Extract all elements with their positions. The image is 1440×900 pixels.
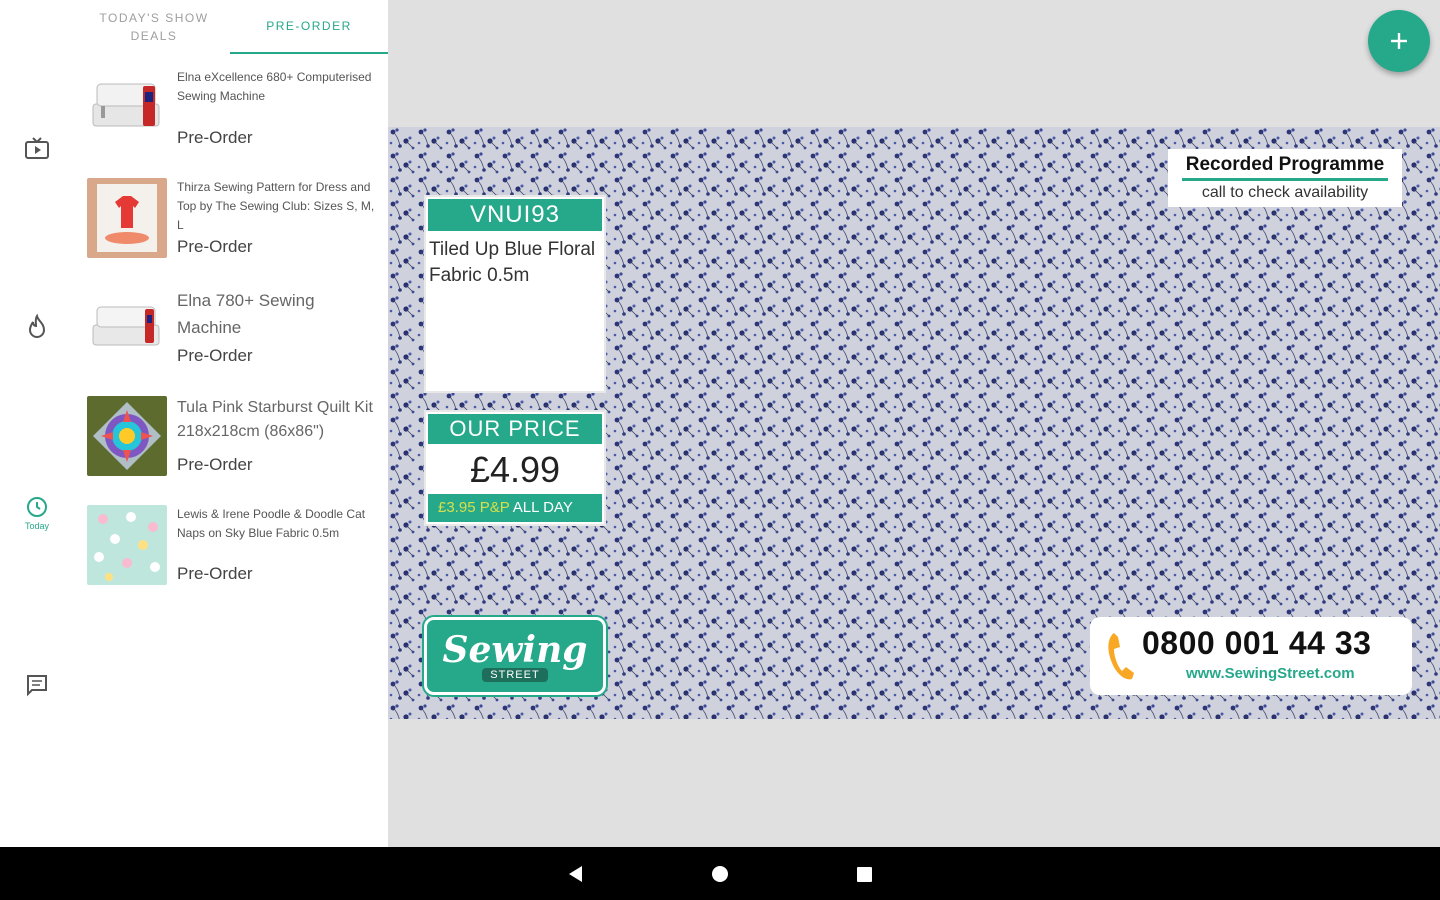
tab-label-line2: DEALS (130, 29, 178, 43)
phone-icon (1108, 633, 1134, 680)
rail-item-tv[interactable] (14, 126, 60, 172)
item-title: Elna eXcellence 680+ Computerised Sewing… (177, 70, 372, 103)
tab-label: PRE-ORDER (266, 19, 352, 33)
logo-main-text: Sewing (442, 629, 588, 671)
sewing-street-logo: Sewing STREET (424, 617, 606, 695)
product-thumbnail (87, 178, 167, 258)
recorded-underline (1182, 178, 1388, 181)
nav-recents-button[interactable] (850, 860, 878, 888)
home-icon (712, 866, 728, 882)
product-description: Tiled Up Blue Floral Fabric 0.5m (429, 239, 596, 286)
add-fab-button[interactable] (1368, 10, 1430, 72)
product-code-card: VNUI93 Tiled Up Blue Floral Fabric 0.5m (424, 195, 606, 393)
product-code: VNUI93 (428, 199, 602, 231)
live-video-player[interactable]: VNUI93 Tiled Up Blue Floral Fabric 0.5m … (388, 127, 1440, 719)
tab-pre-order[interactable]: PRE-ORDER (230, 0, 388, 54)
rail-label-today: Today (24, 521, 50, 531)
recents-icon (857, 867, 872, 882)
item-status: Pre-Order (177, 237, 253, 256)
item-status: Pre-Order (177, 564, 253, 583)
plus-icon (1391, 33, 1407, 49)
rail-item-chat[interactable] (14, 662, 60, 708)
navigation-rail: Today (0, 0, 78, 847)
item-status: Pre-Order (177, 455, 253, 474)
list-item[interactable]: Elna eXcellence 680+ Computerised Sewing… (78, 68, 388, 168)
nav-home-button[interactable] (706, 860, 734, 888)
recorded-title: Recorded Programme (1185, 154, 1385, 175)
price-card: OUR PRICE £4.99 £3.95 P&P ALL DAY (424, 410, 606, 526)
product-list-panel: TODAY'S SHOW DEALS PRE-ORDER Elna eXcelle… (78, 0, 388, 847)
item-title: Tula Pink Starburst Quilt Kit 218x218cm … (177, 399, 373, 440)
item-title: Elna 780+ Sewing Machine (177, 291, 315, 337)
list-item[interactable]: Lewis & Irene Poodle & Doodle Cat Naps o… (78, 505, 388, 605)
product-thumbnail (87, 505, 167, 585)
item-status: Pre-Order (177, 128, 253, 147)
list-item[interactable]: Elna 780+ Sewing Machine Pre-Order (78, 287, 388, 387)
clock-icon (27, 497, 47, 517)
phone-banner: 0800 001 44 33 www.SewingStreet.com (1090, 617, 1412, 695)
product-thumbnail (87, 287, 167, 367)
flame-icon (28, 314, 46, 338)
product-thumbnail (87, 68, 167, 148)
shipping-suffix: ALL DAY (512, 499, 573, 516)
recorded-subtitle: call to check availability (1201, 184, 1369, 201)
price-value: £4.99 (469, 449, 561, 490)
item-status: Pre-Order (177, 346, 253, 365)
list-item[interactable]: Thirza Sewing Pattern for Dress and Top … (78, 178, 388, 278)
product-thumbnail (87, 396, 167, 476)
tv-icon (25, 137, 49, 159)
item-title: Thirza Sewing Pattern for Dress and Top … (177, 180, 375, 232)
tab-todays-show-deals[interactable]: TODAY'S SHOW DEALS (78, 0, 230, 54)
recorded-programme-banner: Recorded Programme call to check availab… (1168, 149, 1402, 207)
back-icon (569, 866, 582, 882)
phone-number: 0800 001 44 33 (1142, 625, 1372, 661)
logo-sub-text: STREET (482, 668, 548, 682)
shipping-value: £3.95 P&P (438, 499, 510, 516)
app-root: Today TODAY'S SHOW DEALS PRE-ORDER Elna … (0, 0, 1440, 847)
nav-back-button[interactable] (562, 860, 590, 888)
item-title: Lewis & Irene Poodle & Doodle Cat Naps o… (177, 507, 366, 540)
chat-icon (27, 675, 47, 697)
list-item[interactable]: Tula Pink Starburst Quilt Kit 218x218cm … (78, 396, 388, 496)
rail-item-hot[interactable] (14, 304, 60, 350)
tab-label-line1: TODAY'S SHOW (99, 11, 209, 25)
website-url: www.SewingStreet.com (1186, 665, 1355, 682)
system-navigation-bar (0, 847, 1440, 900)
tab-bar: TODAY'S SHOW DEALS PRE-ORDER (78, 0, 388, 54)
rail-item-today[interactable]: Today (14, 490, 60, 536)
price-shipping: £3.95 P&P ALL DAY (428, 494, 602, 522)
price-header: OUR PRICE (428, 414, 602, 444)
